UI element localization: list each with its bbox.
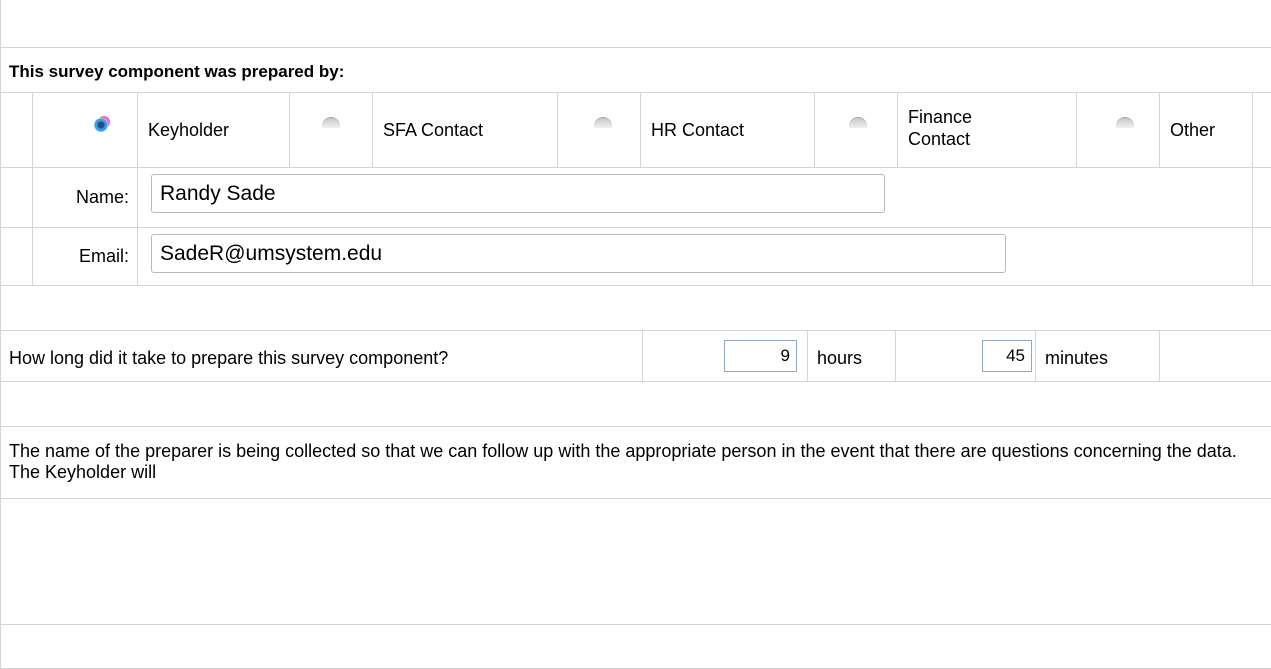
column-divider	[814, 92, 815, 167]
radio-label-other: Other	[1170, 120, 1216, 140]
column-divider	[895, 330, 896, 381]
divider	[0, 498, 1271, 499]
time-question-label: How long did it take to prepare this sur…	[9, 348, 449, 368]
column-divider	[1159, 92, 1160, 167]
divider	[0, 227, 1271, 228]
divider	[0, 167, 1271, 168]
column-divider	[137, 92, 138, 285]
column-divider	[897, 92, 898, 167]
hours-input[interactable]	[724, 340, 797, 372]
radio-finance-contact[interactable]	[849, 117, 867, 128]
divider	[0, 330, 1271, 331]
radio-sfa-contact[interactable]	[322, 117, 340, 128]
column-divider	[1252, 92, 1253, 285]
column-divider	[557, 92, 558, 167]
divider	[0, 381, 1271, 382]
minutes-unit-label: minutes	[1045, 348, 1109, 368]
name-input[interactable]	[151, 174, 885, 213]
column-divider	[372, 92, 373, 167]
name-label: Name:	[75, 187, 129, 207]
radio-other[interactable]	[1116, 117, 1134, 128]
divider	[0, 624, 1271, 625]
radio-label-keyholder: Keyholder	[148, 120, 230, 140]
radio-hr-contact[interactable]	[594, 117, 612, 128]
email-label: Email:	[78, 246, 129, 266]
divider	[0, 47, 1271, 48]
column-divider	[1035, 330, 1036, 381]
radio-label-sfa-contact: SFA Contact	[383, 120, 484, 140]
column-divider	[807, 330, 808, 381]
column-divider	[32, 92, 33, 285]
email-input[interactable]	[151, 234, 1006, 273]
divider	[0, 426, 1271, 427]
divider	[0, 285, 1271, 286]
preparer-note: The name of the preparer is being collec…	[9, 441, 1237, 482]
column-divider	[1159, 330, 1160, 381]
table-left-border	[0, 0, 1, 669]
column-divider	[1076, 92, 1077, 167]
section-header: This survey component was prepared by:	[9, 62, 345, 81]
hours-unit-label: hours	[817, 348, 863, 368]
radio-keyholder[interactable]	[94, 118, 108, 132]
column-divider	[640, 92, 641, 167]
radio-label-finance-contact: Finance Contact	[908, 107, 973, 149]
minutes-input[interactable]	[982, 340, 1032, 372]
column-divider	[642, 330, 643, 381]
column-divider	[289, 92, 290, 167]
divider	[0, 92, 1271, 93]
radio-label-hr-contact: HR Contact	[651, 120, 745, 140]
